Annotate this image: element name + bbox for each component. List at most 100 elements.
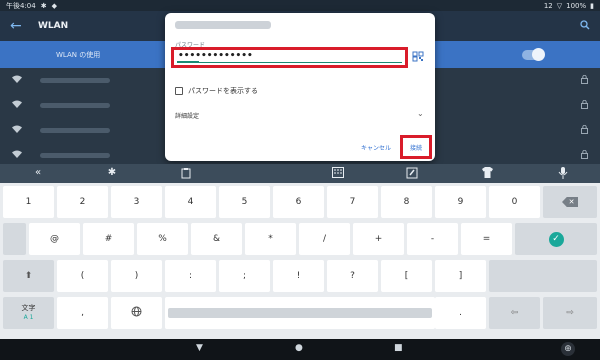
arrow-left-icon[interactable]: ←	[10, 18, 28, 34]
key-9[interactable]: 9	[435, 186, 486, 218]
keyboard-grid-icon[interactable]	[330, 167, 346, 181]
network-name-redacted	[40, 153, 110, 158]
network-name-redacted	[40, 103, 110, 108]
edit-note-icon[interactable]	[404, 167, 420, 182]
chevron-down-icon[interactable]: ⌄	[417, 109, 424, 118]
key-close-paren[interactable]: )	[111, 260, 162, 292]
connect-button-highlight[interactable]: 接続	[400, 135, 432, 159]
show-password-row[interactable]: パスワードを表示する	[175, 86, 258, 96]
language-key[interactable]	[111, 297, 162, 329]
key-period[interactable]: .	[435, 297, 486, 329]
back-triangle-icon[interactable]: ▼	[196, 343, 203, 353]
key-spacer	[3, 223, 26, 255]
show-password-label: パスワードを表示する	[188, 87, 258, 95]
key-8[interactable]: 8	[381, 186, 432, 218]
cancel-button[interactable]: キャンセル	[361, 143, 391, 152]
lock-icon	[581, 124, 588, 136]
key-plus[interactable]: +	[353, 223, 404, 255]
key-1[interactable]: 1	[3, 186, 54, 218]
key-asterisk[interactable]: *	[245, 223, 296, 255]
status-bar: 午後4:04 ✱ ◆ 12 ▽ 100% ▮	[0, 0, 600, 11]
key-blank	[489, 260, 597, 292]
cursor-left-key[interactable]: ⇦	[489, 297, 540, 329]
arrow-right-outline-icon: ⇨	[566, 308, 574, 318]
clipboard-icon[interactable]	[178, 167, 194, 182]
show-password-checkbox[interactable]	[175, 87, 183, 95]
recents-square-icon[interactable]: ■	[394, 343, 403, 353]
status-time: 午後4:04	[6, 1, 36, 10]
globe-icon	[131, 306, 142, 320]
soft-keyboard: 1 2 3 4 5 6 7 8 9 0 ✕ @ # % & * / + - = …	[0, 183, 600, 339]
wifi-password-dialog: パスワード ••••••••••••• パスワードを表示する 詳細設定 ⌄ キャ…	[165, 13, 435, 161]
navigation-bar: ▼ ● ■ ⊕	[0, 339, 600, 360]
gear-icon: ✱	[40, 1, 47, 10]
key-percent[interactable]: %	[137, 223, 188, 255]
microphone-icon[interactable]	[555, 167, 571, 182]
key-ampersand[interactable]: &	[191, 223, 242, 255]
wifi-icon	[12, 100, 30, 111]
key-2[interactable]: 2	[57, 186, 108, 218]
shift-icon: ⬆	[24, 271, 33, 281]
dialog-title-redacted	[175, 21, 271, 29]
key-open-bracket[interactable]: [	[381, 260, 432, 292]
mode-switch-key[interactable]: 文字 A 1	[3, 297, 54, 329]
globe-icon[interactable]: ⊕	[561, 342, 575, 356]
key-equals[interactable]: =	[461, 223, 512, 255]
page-title: WLAN	[38, 21, 69, 31]
key-minus[interactable]: -	[407, 223, 458, 255]
key-0[interactable]: 0	[489, 186, 540, 218]
key-open-paren[interactable]: (	[57, 260, 108, 292]
key-slash[interactable]: /	[299, 223, 350, 255]
cursor-right-key[interactable]: ⇨	[543, 297, 597, 329]
arrow-left-outline-icon: ⇦	[510, 308, 519, 318]
enter-key[interactable]: ✓	[515, 223, 597, 255]
password-input[interactable]: •••••••••••••	[178, 51, 253, 61]
search-icon[interactable]	[580, 19, 590, 33]
key-close-bracket[interactable]: ]	[435, 260, 486, 292]
key-comma[interactable]: ,	[57, 297, 108, 329]
wifi-status-icon: ▽	[556, 1, 563, 10]
spacebar[interactable]	[165, 297, 435, 329]
lock-icon	[581, 74, 588, 86]
wifi-icon	[12, 75, 30, 86]
key-at[interactable]: @	[29, 223, 80, 255]
wlan-toggle-switch[interactable]	[522, 47, 545, 61]
backspace-key[interactable]: ✕	[543, 186, 597, 218]
notification-count: 12	[543, 1, 553, 10]
gear-icon[interactable]: ✱	[104, 167, 120, 178]
password-underline	[177, 61, 402, 63]
key-question[interactable]: ?	[327, 260, 378, 292]
qr-scan-icon[interactable]	[411, 51, 425, 63]
password-field-highlight[interactable]: •••••••••••••	[171, 47, 408, 68]
mode-switch-label: 文字	[21, 304, 36, 312]
key-4[interactable]: 4	[165, 186, 216, 218]
wifi-icon	[12, 150, 30, 161]
wifi-icon	[12, 125, 30, 136]
check-icon: ✓	[548, 231, 564, 247]
double-chevron-left-icon[interactable]: «	[30, 167, 46, 178]
network-name-redacted	[40, 78, 110, 83]
key-semicolon[interactable]: ;	[219, 260, 270, 292]
key-5[interactable]: 5	[219, 186, 270, 218]
shield-icon: ◆	[51, 1, 57, 10]
advanced-settings[interactable]: 詳細設定	[175, 111, 199, 120]
connect-button[interactable]: 接続	[410, 143, 422, 152]
key-exclamation[interactable]: !	[273, 260, 324, 292]
battery-icon: ▮	[590, 1, 594, 10]
spacebar-track	[167, 308, 433, 318]
battery-level: 100%	[566, 1, 587, 10]
shift-key[interactable]: ⬆	[3, 260, 54, 292]
key-7[interactable]: 7	[327, 186, 378, 218]
wlan-toggle-label: WLAN の使用	[56, 50, 101, 59]
keyboard-toolbar: « ✱	[0, 164, 600, 183]
home-circle-icon[interactable]: ●	[295, 343, 303, 353]
lock-icon	[581, 99, 588, 111]
key-hash[interactable]: #	[83, 223, 134, 255]
backspace-icon: ✕	[562, 197, 578, 207]
key-colon[interactable]: :	[165, 260, 216, 292]
key-6[interactable]: 6	[273, 186, 324, 218]
network-name-redacted	[40, 128, 110, 133]
key-3[interactable]: 3	[111, 186, 162, 218]
mode-switch-sublabel: A 1	[23, 314, 34, 321]
shirt-icon[interactable]	[479, 167, 495, 181]
